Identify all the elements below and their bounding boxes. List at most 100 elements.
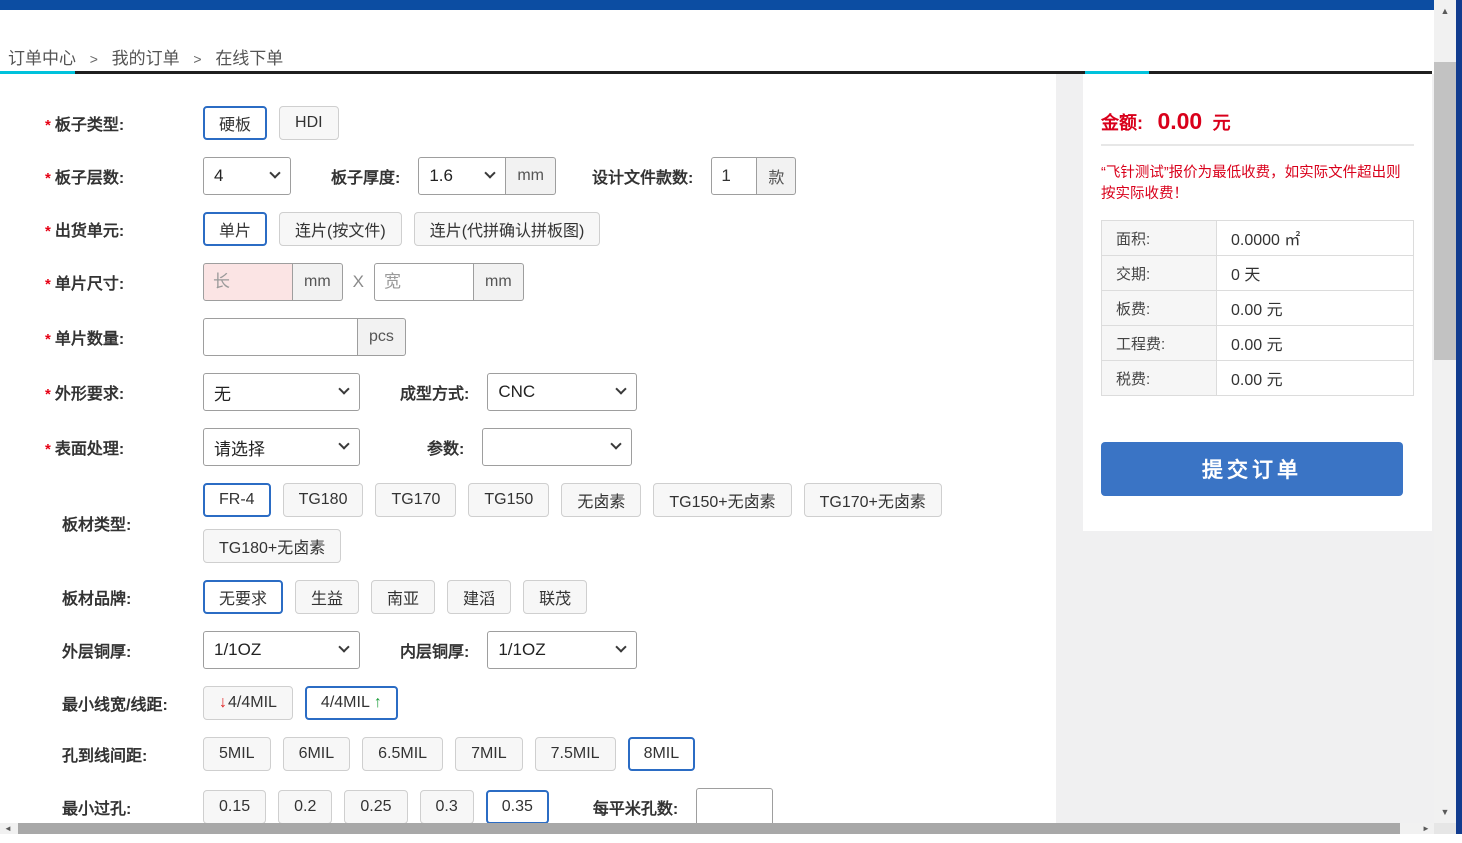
- scroll-left-arrow-icon[interactable]: ◄: [1, 823, 15, 834]
- hole-to-line-option-7-5mil[interactable]: 7.5MIL: [535, 737, 616, 771]
- min-trace-label: 最小线宽/线距:: [45, 691, 203, 715]
- chevron-down-icon: [616, 383, 627, 394]
- piece-qty-input[interactable]: [203, 318, 358, 356]
- chevron-down-icon: [338, 438, 349, 449]
- amount-value: 0.00: [1157, 108, 1202, 134]
- chevron-down-icon: [269, 167, 280, 178]
- forming-select[interactable]: CNC: [487, 373, 637, 411]
- material-brand-option-shengyi[interactable]: 生益: [295, 580, 359, 614]
- material-type-label: 板材类型:: [45, 511, 203, 535]
- down-arrow-icon: ↓: [219, 694, 227, 711]
- scroll-right-arrow-icon[interactable]: ►: [1419, 823, 1433, 834]
- layers-select[interactable]: 4: [203, 157, 291, 195]
- min-trace-option-down[interactable]: ↓4/4MIL: [203, 686, 293, 720]
- surface-label: * 表面处理:: [45, 435, 203, 459]
- min-via-option-015[interactable]: 0.15: [203, 790, 266, 824]
- scroll-up-arrow-icon[interactable]: ▲: [1434, 2, 1456, 20]
- length-group: mm: [203, 263, 343, 301]
- vertical-scrollbar[interactable]: ▲ ▼: [1434, 0, 1456, 823]
- material-brand-option-nanya[interactable]: 南亚: [371, 580, 435, 614]
- amount-row: 金额: 0.00 元: [1101, 108, 1414, 135]
- ship-unit-option-panel-confirm[interactable]: 连片(代拼确认拼板图): [414, 212, 601, 246]
- amount-divider: [1101, 144, 1414, 146]
- board-type-option-hdi[interactable]: HDI: [279, 106, 339, 140]
- vertical-scrollbar-thumb[interactable]: [1434, 62, 1456, 360]
- form-row-piece-size: * 单片尺寸: mm X mm: [45, 263, 1052, 301]
- surface-select[interactable]: 请选择: [203, 428, 360, 466]
- width-input[interactable]: [374, 263, 474, 301]
- hole-to-line-option-7mil[interactable]: 7MIL: [455, 737, 523, 771]
- chevron-down-icon: [485, 167, 496, 178]
- material-brand-label: 板材品牌:: [45, 585, 203, 609]
- length-unit: mm: [293, 263, 343, 301]
- scroll-down-arrow-icon[interactable]: ▼: [1434, 803, 1456, 821]
- horizontal-scrollbar[interactable]: ◄ ►: [0, 823, 1434, 834]
- width-unit: mm: [474, 263, 524, 301]
- form-row-min-via: 最小过孔: 0.15 0.2 0.25 0.3 0.35 每平米孔数:: [45, 788, 1052, 826]
- inner-copper-select[interactable]: 1/1OZ: [487, 631, 637, 669]
- inner-copper-select-value: 1/1OZ: [498, 640, 545, 660]
- submit-order-button[interactable]: 提交订单: [1101, 442, 1403, 496]
- min-via-option-02[interactable]: 0.2: [278, 790, 332, 824]
- form-row-hole-to-line: 孔到线间距: 5MIL 6MIL 6.5MIL 7MIL 7.5MIL 8MIL: [45, 737, 1052, 771]
- table-row-lead-time: 交期: 0 天: [1102, 256, 1413, 291]
- hole-to-line-option-8mil[interactable]: 8MIL: [628, 737, 696, 771]
- hole-to-line-option-5mil[interactable]: 5MIL: [203, 737, 271, 771]
- ship-unit-option-single[interactable]: 单片: [203, 212, 267, 246]
- required-asterisk: *: [45, 441, 51, 458]
- required-asterisk: *: [45, 331, 51, 348]
- required-asterisk: *: [45, 223, 51, 240]
- material-brand-option-kingboard[interactable]: 建滔: [447, 580, 511, 614]
- hole-to-line-option-6-5mil[interactable]: 6.5MIL: [362, 737, 443, 771]
- price-table: 面积: 0.0000 ㎡ 交期: 0 天 板费: 0.00 元 工程费: 0.0…: [1101, 220, 1414, 396]
- param-label: 参数:: [427, 435, 464, 459]
- min-via-option-025[interactable]: 0.25: [344, 790, 407, 824]
- forming-select-value: CNC: [498, 382, 535, 402]
- form-row-outline: * 外形要求: 无 成型方式: CNC: [45, 373, 1052, 411]
- length-input[interactable]: [203, 263, 293, 301]
- outline-label: * 外形要求:: [45, 380, 203, 404]
- thickness-unit: mm: [506, 157, 556, 195]
- min-via-option-035[interactable]: 0.35: [486, 790, 549, 824]
- outline-select[interactable]: 无: [203, 373, 360, 411]
- form-row-surface: * 表面处理: 请选择 参数:: [45, 428, 1052, 466]
- table-row-area: 面积: 0.0000 ㎡: [1102, 221, 1413, 256]
- board-type-option-hard[interactable]: 硬板: [203, 106, 267, 140]
- table-row-board-fee: 板费: 0.00 元: [1102, 291, 1413, 326]
- hole-to-line-option-6mil[interactable]: 6MIL: [283, 737, 351, 771]
- dimension-separator: X: [353, 272, 364, 292]
- material-type-option-fr4[interactable]: FR-4: [203, 483, 271, 517]
- min-trace-option-up[interactable]: 4/4MIL↑: [305, 686, 398, 720]
- required-asterisk: *: [45, 386, 51, 403]
- material-brand-option-iteq[interactable]: 联茂: [523, 580, 587, 614]
- param-select[interactable]: [482, 428, 632, 466]
- thickness-select[interactable]: 1.6: [418, 157, 506, 195]
- thickness-group: 1.6 mm: [418, 157, 556, 195]
- holes-per-sqm-label: 每平米孔数:: [593, 795, 678, 819]
- pricing-note: “飞针测试”报价为最低收费，如实际文件超出则按实际收费！: [1101, 163, 1414, 205]
- material-type-option-tg170[interactable]: TG170: [375, 483, 456, 517]
- holes-per-sqm-input[interactable]: [696, 788, 773, 826]
- outer-copper-select-value: 1/1OZ: [214, 640, 261, 660]
- required-asterisk: *: [45, 276, 51, 293]
- board-type-label: * 板子类型:: [45, 111, 203, 135]
- material-type-option-tg180[interactable]: TG180: [283, 483, 364, 517]
- amount-currency: 元: [1213, 113, 1231, 133]
- min-via-option-03[interactable]: 0.3: [420, 790, 474, 824]
- horizontal-scrollbar-thumb[interactable]: [18, 823, 1400, 834]
- material-brand-option-any[interactable]: 无要求: [203, 580, 283, 614]
- form-row-piece-qty: * 单片数量: pcs: [45, 318, 1052, 356]
- ship-unit-option-panel-by-file[interactable]: 连片(按文件): [279, 212, 402, 246]
- material-type-option-tg150-hf[interactable]: TG150+无卤素: [653, 483, 791, 517]
- forming-label: 成型方式:: [400, 380, 469, 404]
- design-files-input[interactable]: [711, 157, 757, 195]
- piece-size-label: * 单片尺寸:: [45, 270, 203, 294]
- material-type-option-tg150[interactable]: TG150: [468, 483, 549, 517]
- material-type-option-halogen-free[interactable]: 无卤素: [561, 483, 641, 517]
- material-type-option-tg170-hf[interactable]: TG170+无卤素: [804, 483, 942, 517]
- material-type-option-tg180-hf[interactable]: TG180+无卤素: [203, 529, 341, 563]
- design-files-group: 款: [711, 157, 796, 195]
- outer-copper-select[interactable]: 1/1OZ: [203, 631, 360, 669]
- chevron-down-icon: [338, 641, 349, 652]
- surface-select-value: 请选择: [214, 435, 265, 460]
